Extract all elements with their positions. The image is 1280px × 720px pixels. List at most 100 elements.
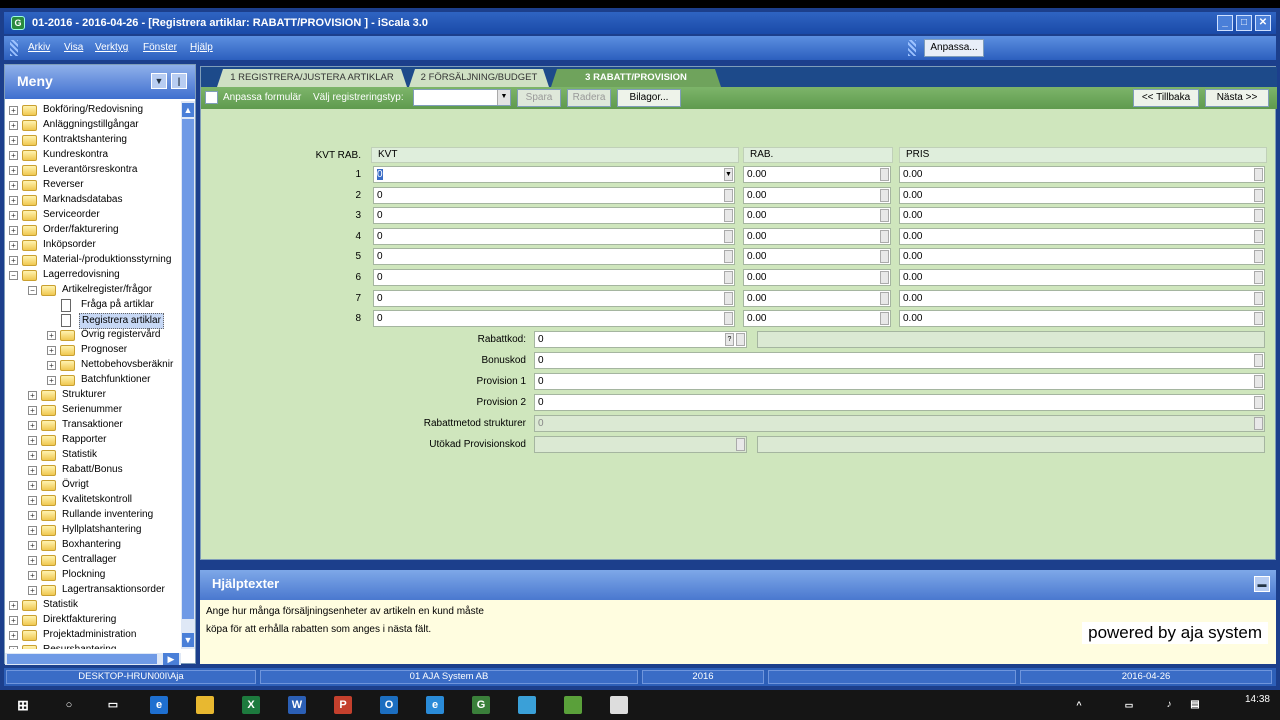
pris-field[interactable]: 0.00 [899,207,1265,225]
windows-start-icon[interactable]: ⊞ [14,696,32,714]
expand-icon[interactable]: + [9,181,18,190]
expand-icon[interactable]: + [9,166,18,175]
expand-icon[interactable]: + [28,571,37,580]
tree-item[interactable]: + Hyllplatshantering [5,523,181,538]
tree-item[interactable]: Registrera artiklar [5,313,181,329]
tree-item[interactable]: + Rabatt/Bonus [5,463,181,478]
field-button-icon[interactable] [1254,271,1263,284]
maximize-icon[interactable]: □ [1236,15,1252,31]
expand-icon[interactable]: + [47,346,56,355]
tree-item[interactable]: + Resurshantering [5,643,181,649]
collapse-icon[interactable]: ▬ [1254,576,1270,592]
field-button-icon[interactable] [1254,188,1263,202]
expand-icon[interactable]: + [47,331,56,340]
search-icon[interactable]: ○ [60,696,78,714]
close-icon[interactable]: ✕ [1255,15,1271,31]
pris-field[interactable]: 0.00 [899,166,1265,183]
tree-item[interactable]: Fråga på artiklar [5,298,181,313]
menubar-grip-icon[interactable] [10,40,18,56]
field-button-icon[interactable] [1254,375,1263,388]
lookup-icon[interactable]: ? [725,333,734,346]
tree-item[interactable]: + Order/fakturering [5,223,181,238]
tree-item[interactable]: + Inköpsorder [5,238,181,253]
tree-item[interactable]: + Statistik [5,448,181,463]
expand-icon[interactable]: + [28,421,37,430]
expand-icon[interactable]: + [9,616,18,625]
tree-item[interactable]: + Bokföring/Redovisning [5,103,181,118]
menu-arkiv[interactable]: Arkiv [28,42,50,53]
tree-item[interactable]: + Strukturer [5,388,181,403]
toolbar-grip-icon[interactable] [908,40,916,56]
field-button-icon[interactable] [880,312,889,326]
app-taskbar-icon[interactable] [518,696,536,714]
volume-icon[interactable]: ♪ [1160,696,1178,714]
tree-vertical-scrollbar[interactable]: ▲ ▼ [181,101,195,649]
bilagor-button[interactable]: Bilagor... [617,89,681,107]
field-button-icon[interactable] [736,333,745,346]
registreringstyp-select[interactable]: ▼ [413,89,511,106]
tree-item[interactable]: + Anläggningstillgångar [5,118,181,133]
rab-field[interactable]: 0.00 [743,186,891,204]
tree-item[interactable]: + Plockning [5,568,181,583]
tree-item[interactable]: + Projektadministration [5,628,181,643]
tree-item[interactable]: + Kvalitetskontroll [5,493,181,508]
tree-item[interactable]: + Material-/produktionsstyrning [5,253,181,268]
rab-field[interactable]: 0.00 [743,310,891,328]
expand-icon[interactable]: + [9,226,18,235]
expand-icon[interactable]: + [28,436,37,445]
expand-icon[interactable]: + [9,601,18,610]
tab-registrera-justera[interactable]: 1 REGISTRERA/JUSTERA ARTIKLAR [217,69,407,87]
word-icon[interactable]: W [288,696,306,714]
field-button-icon[interactable] [1254,291,1263,305]
rab-field[interactable]: 0.00 [743,227,891,245]
collapse-icon[interactable]: − [9,271,18,280]
field-button-icon[interactable] [1254,168,1263,181]
excel-icon[interactable]: X [242,696,260,714]
pris-field[interactable]: 0.00 [899,289,1265,307]
expand-icon[interactable]: + [28,526,37,535]
expand-icon[interactable]: + [28,391,37,400]
minimize-icon[interactable]: _ [1217,15,1233,31]
expand-icon[interactable]: + [28,511,37,520]
field-button-icon[interactable] [880,168,889,181]
tree-item[interactable]: + Leverantörsreskontra [5,163,181,178]
tree-item[interactable]: − Lagerredovisning [5,268,181,283]
tree-item[interactable]: − Artikelregister/frågor [5,283,181,298]
tree-item[interactable]: + Reverser [5,178,181,193]
scroll-down-icon[interactable]: ▼ [182,633,194,647]
tree-item[interactable]: + Kontraktshantering [5,133,181,148]
expand-icon[interactable]: + [28,451,37,460]
kvt-field[interactable]: 0 [373,289,735,307]
anpassa-button[interactable]: Anpassa... [924,39,984,57]
tab-forsaljning-budget[interactable]: 2 FÖRSÄLJNING/BUDGET [409,69,549,87]
rab-field[interactable]: 0.00 [743,289,891,307]
chevron-down-icon[interactable]: ▼ [497,90,510,105]
pris-field[interactable]: 0.00 [899,269,1265,286]
tree-item[interactable]: + Kundreskontra [5,148,181,163]
tree-horizontal-scrollbar[interactable]: ▶ [5,653,181,665]
title-bar[interactable]: G 01-2016 - 2016-04-26 - [Registrera art… [4,12,1276,34]
nasta-button[interactable]: Nästa >> [1205,89,1269,107]
provision2-field[interactable]: 0 [534,394,1265,411]
expand-icon[interactable]: + [9,151,18,160]
expand-icon[interactable]: + [28,556,37,565]
iscala-taskbar-icon[interactable]: G [472,696,490,714]
field-button-icon[interactable] [1254,312,1263,326]
expand-icon[interactable]: + [47,376,56,385]
tree-item[interactable]: + Lagertransaktionsorder [5,583,181,598]
task-view-icon[interactable]: ▭ [104,696,122,714]
expand-icon[interactable]: + [28,406,37,415]
menu-visa[interactable]: Visa [64,42,83,53]
tree-item[interactable]: + Centrallager [5,553,181,568]
utokad-field[interactable] [534,436,747,453]
expand-icon[interactable]: + [9,121,18,130]
sidebar-dropdown-icon[interactable]: ▼ [151,73,167,89]
field-button-icon[interactable] [724,312,733,326]
tree-item[interactable]: + Serviceorder [5,208,181,223]
field-button-icon[interactable] [880,229,889,243]
sidebar-pin-icon[interactable]: | [171,73,187,89]
field-button-icon[interactable] [1254,250,1263,264]
kvt-field[interactable]: 0 [373,227,735,245]
tillbaka-button[interactable]: << Tillbaka [1133,89,1199,107]
provision1-field[interactable]: 0 [534,373,1265,390]
